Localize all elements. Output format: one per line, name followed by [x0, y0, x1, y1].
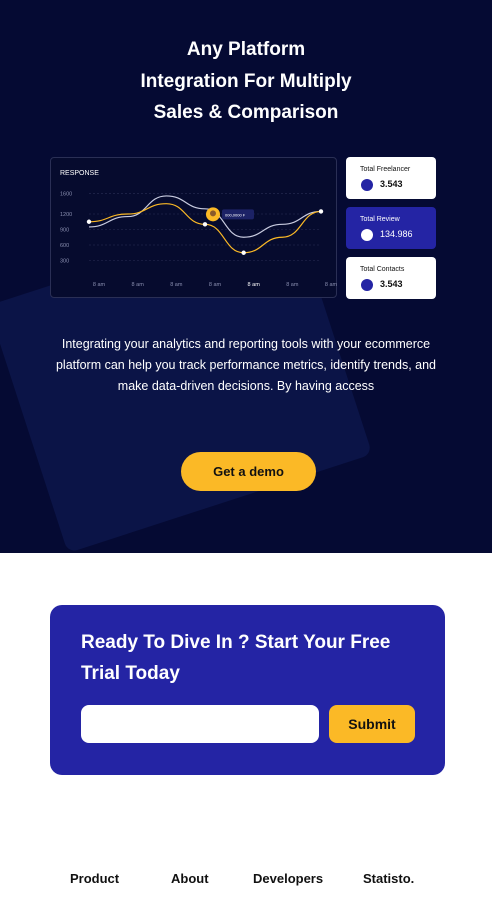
y-tick-label: 1200 [60, 212, 72, 218]
hero-title: Any Platform Integration For Multiply Sa… [0, 34, 492, 129]
y-tick-label: 900 [60, 228, 69, 234]
submit-button[interactable]: Submit [329, 705, 415, 743]
x-tick-label: 8 am [132, 282, 145, 288]
footer-brand-statisto[interactable]: Statisto. [363, 871, 414, 886]
avatar-face [210, 210, 216, 217]
user-icon [361, 179, 373, 191]
response-chart-card: RESPONSE 1600 1200 900 600 300 8 am 8 am 8 am 8 a… [50, 157, 338, 298]
data-point [241, 250, 246, 255]
response-chart: RESPONSE 1600 1200 900 600 300 8 am 8 am 8 am 8 a… [60, 170, 338, 288]
stat-label: Total Contacts [360, 266, 405, 273]
hero-title-line: Integration For Multiply [140, 70, 352, 92]
data-point [202, 222, 208, 227]
stat-value: 3.543 [380, 179, 403, 189]
y-tick-label: 1600 [60, 191, 72, 197]
smiley-icon [361, 229, 373, 241]
data-point [318, 209, 324, 214]
stat-card-contacts: Total Contacts 3.543 [346, 257, 436, 299]
stat-label: Total Review [360, 216, 400, 223]
user-icon [361, 279, 373, 291]
hero-description: Integrating your analytics and reporting… [55, 337, 437, 393]
data-point [86, 219, 92, 224]
stat-card-freelancer: Total Freelancer 3.543 [346, 157, 436, 199]
chart-title: RESPONSE [60, 170, 99, 177]
footer-link-about[interactable]: About [171, 871, 209, 886]
stat-value: 3.543 [380, 279, 403, 289]
footer-link-developers[interactable]: Developers [253, 871, 323, 886]
footer-nav: Product About Developers Statisto. [0, 871, 492, 891]
stat-value: 134.986 [380, 229, 413, 239]
x-tick-label: 8 am [325, 282, 338, 288]
x-tick-label: 8 am [248, 282, 261, 288]
tooltip-label: 000,0000 F [225, 212, 246, 217]
series-line [88, 195, 322, 238]
series-line [88, 203, 322, 254]
y-tick-label: 600 [60, 243, 69, 249]
hero-title-line: Any Platform [186, 39, 306, 60]
hero-title-line: Sales & Comparison [153, 102, 339, 123]
x-tick-label: 8 am [93, 282, 106, 288]
get-demo-button[interactable]: Get a demo [181, 452, 316, 491]
email-input[interactable] [81, 705, 319, 743]
hero-section: Any Platform Integration For Multiply Sa… [0, 0, 492, 553]
stat-label: Total Freelancer [360, 166, 411, 173]
cta-title: Ready To Dive In ? Start Your Free Trial… [81, 632, 391, 684]
y-tick-label: 300 [60, 259, 69, 265]
trial-cta-card: Ready To Dive In ? Start Your Free Trial… [50, 605, 445, 775]
x-tick-label: 8 am [170, 282, 183, 288]
footer-link-product[interactable]: Product [70, 871, 119, 886]
stat-card-review: Total Review 134.986 [346, 207, 436, 249]
x-tick-label: 8 am [209, 282, 222, 288]
x-tick-label: 8 am [286, 282, 299, 288]
